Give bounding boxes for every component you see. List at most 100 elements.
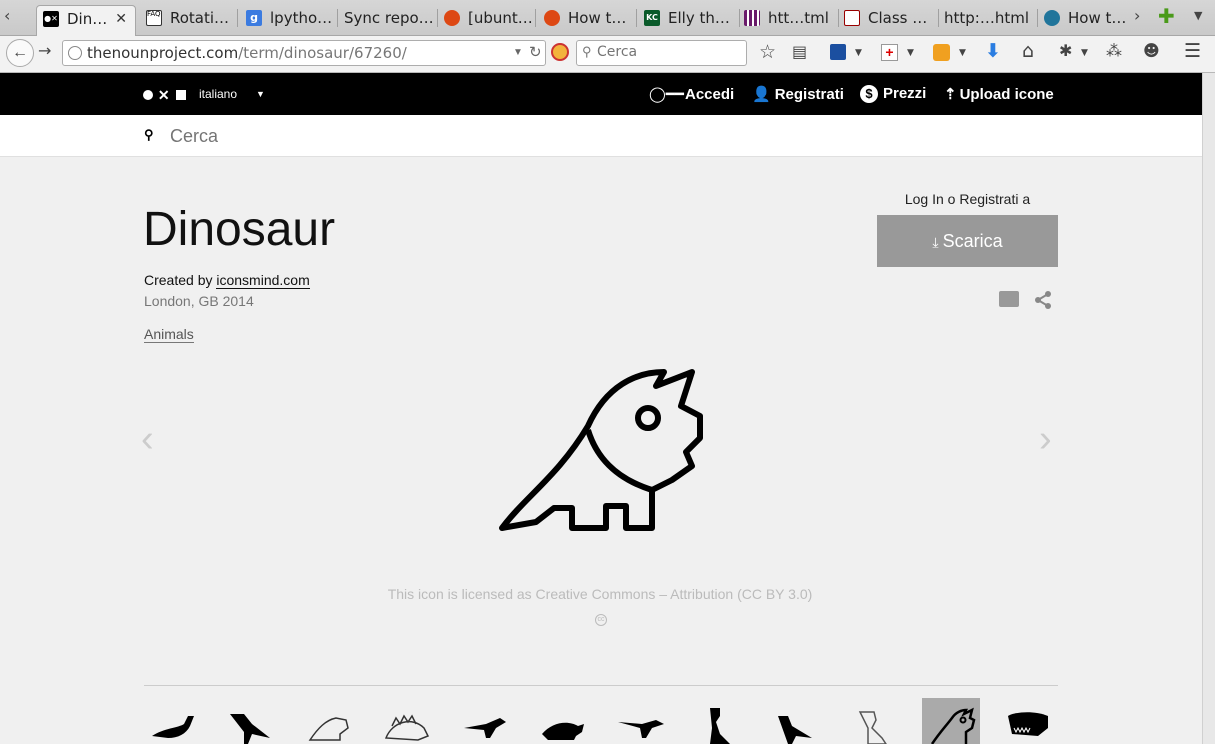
- save-page-icon[interactable]: [830, 44, 846, 60]
- url-dropdown-icon[interactable]: ▼: [513, 47, 523, 58]
- hamburger-menu-icon[interactable]: ☰: [1184, 40, 1201, 62]
- tab-label: How t…: [568, 9, 627, 27]
- blocked-addon-icon[interactable]: [551, 43, 569, 61]
- created-by-prefix: Created by: [144, 272, 213, 288]
- tab-label: htt…tml: [768, 9, 829, 27]
- login-label: Accedi: [685, 86, 735, 103]
- cc-badge-icon[interactable]: cc: [595, 614, 607, 626]
- search-icon: ⚲: [144, 127, 154, 142]
- upload-label: Upload icone: [959, 86, 1054, 103]
- related-t-rex-skull-icon[interactable]: [1000, 698, 1058, 744]
- related-stegosaurus-icon[interactable]: [378, 698, 436, 744]
- back-arrow-icon: ←: [12, 44, 28, 61]
- creator-location: London, GB 2014: [144, 293, 254, 309]
- upload-arrow-icon: ⇡: [944, 86, 957, 103]
- login-link[interactable]: ◯━━Accedi: [649, 85, 734, 103]
- reload-icon[interactable]: ↻: [529, 43, 542, 61]
- close-tab-icon[interactable]: ✕: [115, 6, 127, 32]
- grid-favicon-icon: [744, 10, 760, 26]
- tab-label: Din…: [67, 10, 108, 28]
- site-header: ✕ italiano ▼ ◯━━Accedi 👤 Registrati $ Prez…: [0, 73, 1202, 115]
- addon-nodes-icon[interactable]: ⁂: [1106, 41, 1122, 60]
- downloads-arrow-icon[interactable]: ⬇: [985, 40, 1001, 62]
- bookmark-star-icon[interactable]: ☆: [759, 41, 776, 63]
- key-icon: ◯━━: [649, 86, 684, 103]
- icon-title: Dinosaur: [143, 203, 336, 256]
- dollar-icon: $: [860, 85, 878, 103]
- share-icon[interactable]: [1034, 290, 1052, 310]
- tab-elly[interactable]: KC Elly th…: [638, 5, 738, 36]
- tab-list-dropdown-icon[interactable]: ▼: [1194, 9, 1202, 22]
- tab-rotation[interactable]: FAQ Rotati…: [140, 5, 236, 36]
- noun-project-logo[interactable]: ✕: [143, 86, 186, 104]
- tab-sync-repo[interactable]: Sync repo…: [314, 5, 438, 36]
- pricing-label: Prezzi: [883, 85, 927, 102]
- ubuntu-favicon-icon: [444, 10, 460, 26]
- signup-link[interactable]: 👤 Registrati: [752, 85, 844, 103]
- next-icon-chevron-icon[interactable]: ›: [1039, 418, 1052, 461]
- addon-red-dropdown-icon[interactable]: ▼: [907, 48, 914, 58]
- tab-how-to-1[interactable]: How t…: [538, 5, 634, 36]
- url-path: /term/dinosaur/67260/: [238, 44, 407, 62]
- ubuntu-favicon-icon: [544, 10, 560, 26]
- signup-label: Registrati: [774, 86, 844, 103]
- upload-link[interactable]: ⇡ Upload icone: [944, 85, 1054, 103]
- download-button[interactable]: ⤓ Scarica: [877, 215, 1058, 267]
- pricing-link[interactable]: $ Prezzi: [860, 85, 926, 103]
- back-button[interactable]: ←: [6, 39, 34, 67]
- briefcase-icon[interactable]: [999, 291, 1019, 307]
- related-raptor-icon[interactable]: [612, 698, 670, 744]
- related-triceratops-outline-icon[interactable]: [300, 698, 358, 744]
- addon-orange-dropdown-icon[interactable]: ▼: [959, 48, 966, 58]
- browser-search-input[interactable]: [597, 44, 737, 60]
- reading-list-icon[interactable]: ▤: [792, 42, 807, 61]
- addon-bug-dropdown-icon[interactable]: ▼: [1081, 48, 1088, 58]
- related-triceratops-selected-icon[interactable]: [922, 698, 980, 744]
- add-user-icon: 👤: [752, 86, 771, 103]
- tab-label: [ubunt…: [468, 9, 533, 27]
- related-tyrannosaurus-icon[interactable]: [222, 698, 280, 744]
- addon-bug-icon[interactable]: ✱: [1059, 41, 1072, 60]
- tab-how-to-2[interactable]: How t…: [1038, 5, 1130, 36]
- related-t-rex-standing-icon[interactable]: [690, 698, 748, 744]
- tab-scroll-left-button[interactable]: ‹: [4, 6, 10, 25]
- login-prompt[interactable]: Log In o Registrati a: [877, 191, 1058, 207]
- new-tab-icon[interactable]: ✚: [1158, 4, 1175, 28]
- forward-button[interactable]: →: [38, 41, 51, 60]
- browser-search-bar[interactable]: ⚲: [576, 40, 747, 66]
- addon-red-cross-icon[interactable]: +: [881, 44, 898, 61]
- previous-icon-chevron-icon[interactable]: ‹: [141, 418, 154, 461]
- tag-animals[interactable]: Animals: [144, 326, 194, 343]
- addon-orange-icon[interactable]: [933, 44, 950, 61]
- wordpress-favicon-icon: [1044, 10, 1060, 26]
- chat-bubble-icon[interactable]: ☻: [1143, 41, 1160, 60]
- url-bar[interactable]: thenounproject.com/term/dinosaur/67260/ …: [62, 40, 546, 66]
- related-triceratops-icon[interactable]: [534, 698, 592, 744]
- save-dropdown-icon[interactable]: ▼: [855, 48, 862, 58]
- created-by: Created by iconsmind.com: [144, 272, 310, 289]
- tab-label: Rotati…: [170, 9, 230, 27]
- download-label: Scarica: [942, 231, 1003, 251]
- browser-nav-bar: ← → thenounproject.com/term/dinosaur/672…: [0, 36, 1215, 73]
- logo-cross-icon: ✕: [157, 86, 171, 103]
- home-icon[interactable]: ⌂: [1022, 40, 1034, 62]
- related-t-rex-outline-icon[interactable]: [846, 698, 904, 744]
- language-selector[interactable]: italiano: [199, 87, 237, 101]
- tab-html-2[interactable]: http:…html: [914, 5, 1038, 36]
- tab-ubuntu[interactable]: [ubunt…: [438, 5, 534, 36]
- creator-link[interactable]: iconsmind.com: [216, 272, 310, 289]
- tab-scroll-right-button[interactable]: ›: [1134, 6, 1140, 25]
- url-host: thenounproject.com: [87, 44, 239, 62]
- related-pteranodon-icon[interactable]: [456, 698, 514, 744]
- page-scrollbar[interactable]: [1202, 73, 1215, 744]
- language-dropdown-icon[interactable]: ▼: [256, 89, 265, 99]
- tab-html-1[interactable]: htt…tml: [738, 5, 838, 36]
- related-dino-walking-icon[interactable]: [768, 698, 826, 744]
- related-brachiosaurus-icon[interactable]: [144, 698, 202, 744]
- tab-separator: [535, 9, 536, 27]
- globe-icon: [68, 46, 82, 60]
- related-divider: [144, 685, 1058, 686]
- tab-dinosaur[interactable]: ●✕ Din… ✕: [36, 5, 136, 36]
- download-arrow-icon: ⤓: [932, 234, 939, 250]
- site-search-input[interactable]: [170, 124, 670, 148]
